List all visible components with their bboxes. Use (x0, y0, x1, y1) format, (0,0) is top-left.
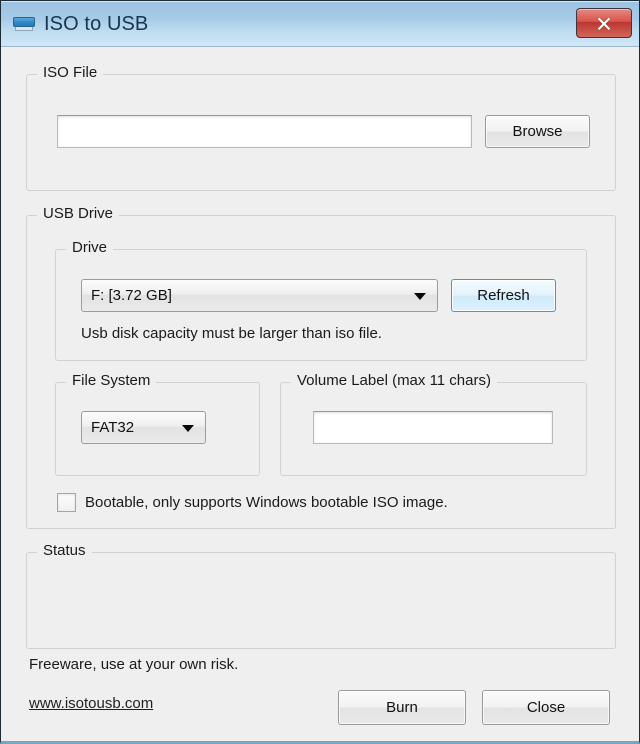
refresh-button-label: Refresh (477, 287, 530, 304)
status-group: Status (26, 542, 616, 649)
close-button[interactable]: Close (482, 690, 610, 725)
refresh-button[interactable]: Refresh (451, 279, 556, 312)
file-system-group-label: File System (66, 372, 157, 389)
file-system-select-value: FAT32 (91, 419, 135, 436)
bootable-checkbox-label: Bootable, only supports Windows bootable… (85, 494, 448, 511)
volume-label-group: Volume Label (max 11 chars) (280, 372, 587, 476)
close-icon (597, 16, 611, 31)
client-area: ISO File Browse USB Drive Drive F: [3.72… (1, 47, 639, 741)
browse-button[interactable]: Browse (485, 115, 590, 148)
chevron-down-icon (414, 292, 426, 300)
title-bar-left: ISO to USB (13, 1, 148, 47)
iso-path-input[interactable] (57, 115, 472, 148)
status-group-label: Status (37, 542, 92, 559)
drive-select-value: F: [3.72 GB] (91, 287, 172, 304)
title-bar: ISO to USB (1, 1, 639, 47)
chevron-down-icon (182, 424, 194, 432)
file-system-group: File System FAT32 (55, 372, 260, 476)
drive-group-label: Drive (66, 239, 114, 256)
drive-capacity-hint: Usb disk capacity must be larger than is… (81, 325, 382, 342)
window-title: ISO to USB (44, 12, 149, 35)
drive-group: Drive F: [3.72 GB] Refresh Usb disk capa… (55, 239, 587, 361)
app-window: ISO to USB ISO File Browse USB Drive Dri… (0, 0, 640, 744)
bootable-checkbox[interactable] (57, 493, 76, 512)
volume-label-group-label: Volume Label (max 11 chars) (291, 372, 497, 389)
usb-drive-group: USB Drive Drive F: [3.72 GB] Refresh Usb… (26, 205, 616, 529)
website-link[interactable]: www.isotousb.com (29, 695, 153, 712)
close-window-button[interactable] (576, 8, 632, 38)
iso-file-group-label: ISO File (37, 64, 104, 81)
file-system-select[interactable]: FAT32 (81, 411, 206, 444)
iso-file-group: ISO File Browse (26, 64, 616, 191)
burn-button-label: Burn (386, 699, 418, 716)
usb-drive-icon (13, 17, 35, 31)
bootable-checkbox-row[interactable]: Bootable, only supports Windows bootable… (57, 493, 448, 512)
close-button-label: Close (526, 699, 566, 716)
volume-label-input[interactable] (313, 411, 553, 444)
usb-drive-group-label: USB Drive (37, 205, 120, 222)
burn-button[interactable]: Burn (338, 690, 466, 725)
drive-select[interactable]: F: [3.72 GB] (81, 279, 438, 312)
freeware-disclaimer: Freeware, use at your own risk. (29, 656, 239, 673)
browse-button-label: Browse (512, 123, 563, 140)
